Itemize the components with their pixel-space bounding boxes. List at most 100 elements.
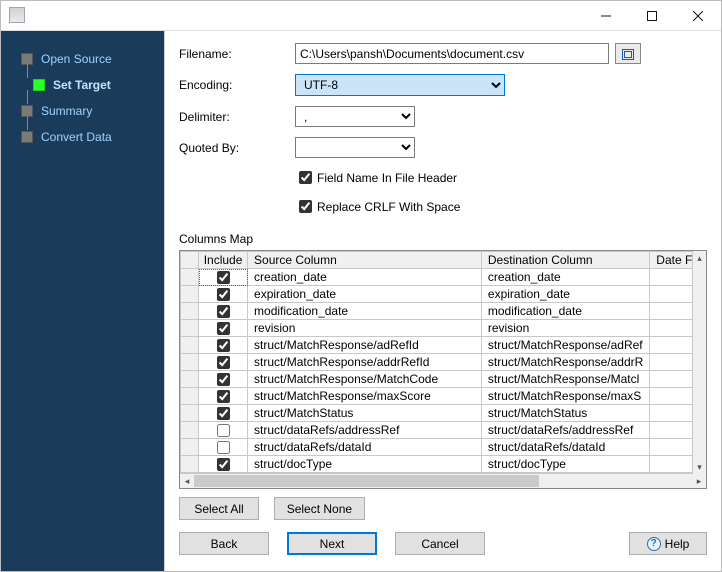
destination-column-cell[interactable]: struct/dataRefs/addressRef [481, 422, 649, 439]
help-button[interactable]: ? Help [629, 532, 707, 555]
scroll-up-arrow-icon[interactable]: ▴ [693, 251, 706, 265]
sidebar-item-set-target[interactable]: Set Target [1, 72, 164, 98]
include-checkbox[interactable] [217, 356, 230, 369]
destination-column-cell[interactable]: struct/dataRefs/dataId [481, 439, 649, 456]
destination-column-cell[interactable]: revision [481, 320, 649, 337]
row-header [181, 422, 199, 439]
close-icon [693, 11, 703, 21]
row-header [181, 371, 199, 388]
source-column-cell[interactable]: expiration_date [248, 286, 482, 303]
back-button[interactable]: Back [179, 532, 269, 555]
table-row[interactable]: struct/MatchResponse/addrRefIdstruct/Mat… [181, 354, 706, 371]
row-header [181, 269, 199, 286]
include-checkbox[interactable] [217, 288, 230, 301]
replace-crlf-label: Replace CRLF With Space [317, 200, 460, 214]
sidebar-item-open-source[interactable]: Open Source [1, 46, 164, 72]
destination-column-cell[interactable]: creation_date [481, 269, 649, 286]
source-column-cell[interactable]: struct/dataRefs/dataId [248, 439, 482, 456]
select-none-button[interactable]: Select None [274, 497, 365, 520]
cancel-button[interactable]: Cancel [395, 532, 485, 555]
step-indicator-icon [33, 79, 45, 91]
columns-map-label: Columns Map [179, 232, 707, 246]
maximize-button[interactable] [629, 1, 675, 31]
include-checkbox[interactable] [217, 271, 230, 284]
destination-column-cell[interactable]: modification_date [481, 303, 649, 320]
wizard-sidebar: Open Source Set Target Summary Convert Data [1, 31, 164, 571]
include-checkbox[interactable] [217, 424, 230, 437]
table-row[interactable]: modification_datemodification_date [181, 303, 706, 320]
table-row[interactable]: struct/dataRefs/addressRefstruct/dataRef… [181, 422, 706, 439]
destination-column-header[interactable]: Destination Column [481, 252, 649, 269]
sidebar-item-convert-data[interactable]: Convert Data [1, 124, 164, 150]
include-checkbox[interactable] [217, 458, 230, 471]
source-column-cell[interactable]: struct/dataRefs/addressRef [248, 422, 482, 439]
table-row[interactable]: struct/dataRefs/dataIdstruct/dataRefs/da… [181, 439, 706, 456]
sidebar-item-summary[interactable]: Summary [1, 98, 164, 124]
include-checkbox[interactable] [217, 322, 230, 335]
row-header [181, 303, 199, 320]
sidebar-item-label: Open Source [41, 52, 112, 66]
include-checkbox[interactable] [217, 373, 230, 386]
browse-file-button[interactable] [615, 43, 641, 64]
source-column-cell[interactable]: struct/MatchStatus [248, 405, 482, 422]
table-row[interactable]: struct/MatchStatusstruct/MatchStatus [181, 405, 706, 422]
close-button[interactable] [675, 1, 721, 31]
destination-column-cell[interactable]: struct/MatchResponse/adRef [481, 337, 649, 354]
table-row[interactable]: struct/MatchResponse/MatchCodestruct/Mat… [181, 371, 706, 388]
horizontal-scrollbar[interactable]: ◂ ▸ [180, 473, 706, 488]
row-header [181, 337, 199, 354]
quoted-by-select[interactable] [295, 137, 415, 158]
scroll-thumb[interactable] [194, 475, 539, 487]
source-column-header[interactable]: Source Column [248, 252, 482, 269]
row-header [181, 286, 199, 303]
destination-column-cell[interactable]: struct/docType [481, 456, 649, 473]
select-all-button[interactable]: Select All [179, 497, 259, 520]
table-row[interactable]: expiration_dateexpiration_date [181, 286, 706, 303]
scroll-right-arrow-icon[interactable]: ▸ [692, 474, 706, 488]
destination-column-cell[interactable]: struct/MatchResponse/Matcl [481, 371, 649, 388]
next-button[interactable]: Next [287, 532, 377, 555]
titlebar [1, 1, 721, 31]
table-row[interactable]: struct/docTypestruct/docType [181, 456, 706, 473]
scroll-down-arrow-icon[interactable]: ▾ [693, 460, 706, 474]
table-row[interactable]: struct/MatchResponse/adRefIdstruct/Match… [181, 337, 706, 354]
replace-crlf-checkbox[interactable] [299, 200, 312, 213]
minimize-button[interactable] [583, 1, 629, 31]
include-checkbox[interactable] [217, 407, 230, 420]
sidebar-item-label: Set Target [53, 78, 111, 92]
source-column-cell[interactable]: creation_date [248, 269, 482, 286]
field-header-checkbox[interactable] [299, 171, 312, 184]
vertical-scrollbar[interactable]: ▴ ▾ [692, 251, 706, 474]
maximize-icon [647, 11, 657, 21]
table-row[interactable]: struct/MatchResponse/maxScorestruct/Matc… [181, 388, 706, 405]
include-header[interactable]: Include [199, 252, 248, 269]
source-column-cell[interactable]: struct/MatchResponse/MatchCode [248, 371, 482, 388]
source-column-cell[interactable]: struct/docType [248, 456, 482, 473]
help-button-label: Help [665, 537, 690, 551]
destination-column-cell[interactable]: struct/MatchStatus [481, 405, 649, 422]
table-row[interactable]: revisionrevision [181, 320, 706, 337]
source-column-cell[interactable]: struct/MatchResponse/addrRefId [248, 354, 482, 371]
encoding-select[interactable]: UTF-8 [295, 74, 505, 96]
source-column-cell[interactable]: revision [248, 320, 482, 337]
source-column-cell[interactable]: modification_date [248, 303, 482, 320]
delimiter-select[interactable]: , [295, 106, 415, 127]
sidebar-item-label: Summary [41, 104, 92, 118]
destination-column-cell[interactable]: expiration_date [481, 286, 649, 303]
main-panel: Filename: Encoding: UTF-8 Delimiter: , Q… [164, 31, 721, 571]
destination-column-cell[interactable]: struct/MatchResponse/maxS [481, 388, 649, 405]
include-checkbox[interactable] [217, 339, 230, 352]
destination-column-cell[interactable]: struct/MatchResponse/addrR [481, 354, 649, 371]
field-header-label: Field Name In File Header [317, 171, 457, 185]
source-column-cell[interactable]: struct/MatchResponse/maxScore [248, 388, 482, 405]
window-controls [583, 1, 721, 31]
scroll-left-arrow-icon[interactable]: ◂ [180, 474, 194, 488]
help-icon: ? [647, 537, 661, 551]
include-checkbox[interactable] [217, 390, 230, 403]
filename-input[interactable] [295, 43, 609, 64]
include-checkbox[interactable] [217, 305, 230, 318]
table-row[interactable]: creation_datecreation_date [181, 269, 706, 286]
include-checkbox[interactable] [217, 441, 230, 454]
source-column-cell[interactable]: struct/MatchResponse/adRefId [248, 337, 482, 354]
columns-map-table: Include Source Column Destination Column… [179, 250, 707, 489]
